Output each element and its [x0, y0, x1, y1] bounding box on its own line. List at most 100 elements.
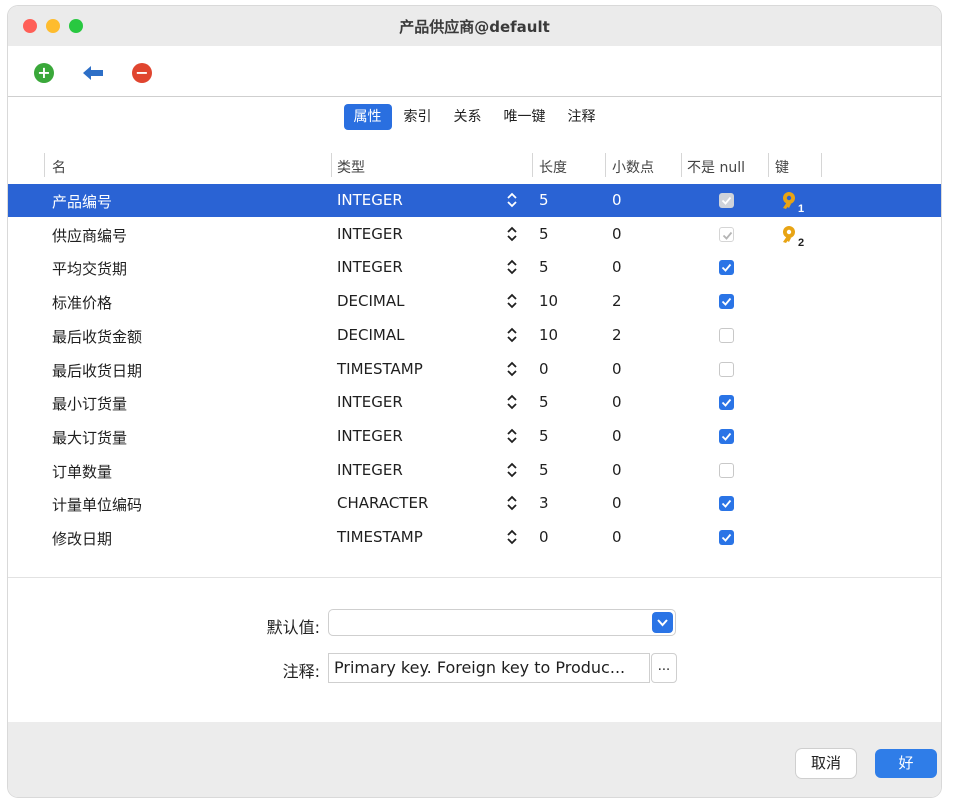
tab-unique-keys[interactable]: 唯一键 — [494, 104, 556, 130]
type-stepper-icon[interactable] — [505, 326, 519, 344]
table-row[interactable]: 最小订货量 INTEGER 5 0 — [8, 386, 941, 419]
field-name[interactable]: 最后收货金额 — [52, 326, 142, 347]
column-separator[interactable] — [44, 153, 45, 177]
cancel-button[interactable]: 取消 — [796, 749, 856, 778]
add-field-button[interactable]: + — [32, 61, 56, 85]
field-decimals[interactable]: 0 — [612, 360, 622, 378]
table-row[interactable]: 最后收货日期 TIMESTAMP 0 0 — [8, 353, 941, 386]
field-decimals[interactable]: 0 — [612, 393, 622, 411]
not-null-checkbox[interactable] — [719, 496, 734, 512]
type-stepper-icon[interactable] — [505, 528, 519, 546]
field-decimals[interactable]: 0 — [612, 494, 622, 512]
edit-comment-button[interactable]: ... — [651, 653, 677, 683]
field-length[interactable]: 10 — [539, 326, 558, 344]
table-row[interactable]: 计量单位编码 CHARACTER 3 0 — [8, 487, 941, 520]
not-null-checkbox[interactable] — [719, 327, 734, 343]
table-row[interactable]: 平均交货期 INTEGER 5 0 — [8, 251, 941, 284]
table-row[interactable]: 修改日期 TIMESTAMP 0 0 — [8, 521, 941, 554]
comment-field[interactable]: Primary key. Foreign key to Produc... — [328, 653, 650, 683]
field-type[interactable]: INTEGER — [337, 427, 403, 445]
type-stepper-icon[interactable] — [505, 292, 519, 310]
type-stepper-icon[interactable] — [505, 191, 519, 209]
column-separator[interactable] — [681, 153, 682, 177]
tab-attributes[interactable]: 属性 — [343, 104, 392, 130]
field-type[interactable]: INTEGER — [337, 225, 403, 243]
field-length[interactable]: 5 — [539, 461, 549, 479]
field-name[interactable]: 供应商编号 — [52, 225, 127, 246]
field-length[interactable]: 0 — [539, 360, 549, 378]
field-length[interactable]: 3 — [539, 494, 549, 512]
type-stepper-icon[interactable] — [505, 360, 519, 378]
field-type[interactable]: CHARACTER — [337, 494, 428, 512]
tab-indexes[interactable]: 索引 — [394, 104, 442, 130]
tab-relations[interactable]: 关系 — [444, 104, 492, 130]
default-value-select[interactable] — [328, 609, 676, 636]
field-type[interactable]: TIMESTAMP — [337, 528, 423, 546]
table-row[interactable]: 订单数量 INTEGER 5 0 — [8, 454, 941, 487]
field-name[interactable]: 最后收货日期 — [52, 360, 142, 381]
not-null-checkbox[interactable] — [719, 428, 734, 444]
field-decimals[interactable]: 0 — [612, 528, 622, 546]
ok-button[interactable]: 好 — [875, 749, 937, 778]
field-decimals[interactable]: 0 — [612, 427, 622, 445]
type-stepper-icon[interactable] — [505, 461, 519, 479]
column-separator[interactable] — [768, 153, 769, 177]
field-name[interactable]: 计量单位编码 — [52, 494, 142, 515]
table-row[interactable]: 最大订货量 INTEGER 5 0 — [8, 420, 941, 453]
column-header-length[interactable]: 长度 — [539, 157, 567, 177]
not-null-checkbox[interactable] — [719, 226, 734, 242]
remove-field-button[interactable]: − — [130, 61, 154, 85]
field-decimals[interactable]: 2 — [612, 292, 622, 310]
not-null-checkbox[interactable] — [719, 260, 734, 276]
column-header-not-null[interactable]: 不是 null — [687, 157, 745, 177]
field-length[interactable]: 5 — [539, 191, 549, 209]
type-stepper-icon[interactable] — [505, 393, 519, 411]
field-type[interactable]: DECIMAL — [337, 326, 405, 344]
field-type[interactable]: INTEGER — [337, 461, 403, 479]
field-type[interactable]: INTEGER — [337, 393, 403, 411]
field-length[interactable]: 5 — [539, 258, 549, 276]
field-name[interactable]: 最小订货量 — [52, 393, 127, 414]
not-null-checkbox[interactable] — [719, 361, 734, 377]
table-row[interactable]: 产品编号 INTEGER 5 0 1 — [8, 184, 941, 217]
field-decimals[interactable]: 0 — [612, 461, 622, 479]
table-row[interactable]: 最后收货金额 DECIMAL 10 2 — [8, 319, 941, 352]
column-separator[interactable] — [532, 153, 533, 177]
back-button[interactable] — [81, 61, 105, 85]
not-null-checkbox[interactable] — [719, 530, 734, 545]
field-type[interactable]: DECIMAL — [337, 292, 405, 310]
field-name[interactable]: 标准价格 — [52, 292, 112, 313]
field-name[interactable]: 最大订货量 — [52, 427, 127, 448]
field-type[interactable]: INTEGER — [337, 258, 403, 276]
field-name[interactable]: 产品编号 — [52, 191, 112, 212]
table-row[interactable]: 供应商编号 INTEGER 5 0 2 — [8, 218, 941, 251]
column-separator[interactable] — [331, 153, 332, 177]
not-null-checkbox[interactable] — [719, 193, 734, 208]
column-separator[interactable] — [605, 153, 606, 177]
field-type[interactable]: INTEGER — [337, 191, 403, 209]
tab-comments[interactable]: 注释 — [558, 104, 606, 130]
field-length[interactable]: 5 — [539, 225, 549, 243]
type-stepper-icon[interactable] — [505, 258, 519, 276]
column-separator[interactable] — [821, 153, 822, 177]
field-decimals[interactable]: 0 — [612, 191, 622, 209]
table-row[interactable]: 标准价格 DECIMAL 10 2 — [8, 285, 941, 318]
not-null-checkbox[interactable] — [719, 395, 734, 411]
not-null-checkbox[interactable] — [719, 462, 734, 478]
field-length[interactable]: 5 — [539, 427, 549, 445]
column-header-key[interactable]: 键 — [775, 157, 789, 177]
field-decimals[interactable]: 2 — [612, 326, 622, 344]
column-header-decimals[interactable]: 小数点 — [612, 157, 654, 177]
not-null-checkbox[interactable] — [719, 294, 734, 310]
type-stepper-icon[interactable] — [505, 225, 519, 243]
field-name[interactable]: 平均交货期 — [52, 258, 127, 279]
field-type[interactable]: TIMESTAMP — [337, 360, 423, 378]
field-length[interactable]: 10 — [539, 292, 558, 310]
column-header-name[interactable]: 名 — [52, 157, 66, 177]
field-name[interactable]: 修改日期 — [52, 528, 112, 549]
field-length[interactable]: 5 — [539, 393, 549, 411]
field-length[interactable]: 0 — [539, 528, 549, 546]
type-stepper-icon[interactable] — [505, 427, 519, 445]
column-header-type[interactable]: 类型 — [337, 157, 365, 177]
field-decimals[interactable]: 0 — [612, 225, 622, 243]
